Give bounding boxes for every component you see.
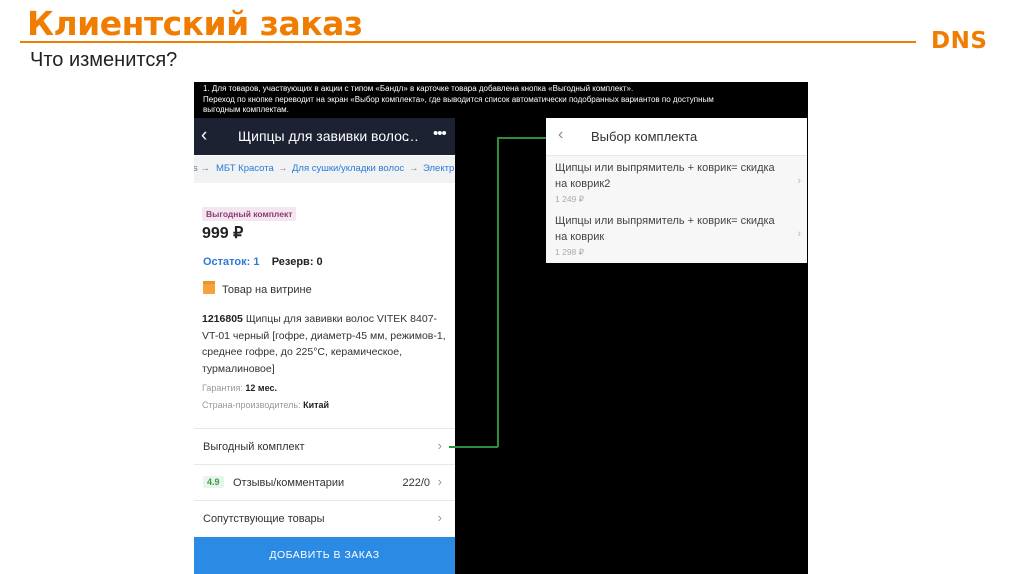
- country-label: Страна-производитель:: [202, 400, 301, 410]
- chevron-right-icon: ›: [437, 438, 442, 453]
- bundle-price: 1 249 ₽: [555, 194, 585, 204]
- warranty: Гарантия: 12 мес.: [202, 383, 277, 393]
- connector-line: [497, 137, 499, 447]
- breadcrumb-item[interactable]: Для сушки/укладки волос: [292, 163, 404, 174]
- chevron-right-icon: ›: [437, 474, 442, 489]
- note-line: 1. Для товаров, участвующих в акции с ти…: [203, 84, 634, 93]
- stock-info: Остаток: 1 Резерв: 0: [203, 256, 323, 268]
- breadcrumb-arrow: →: [409, 163, 419, 174]
- reserve-label: Резерв: 0: [271, 256, 323, 268]
- product-header-title: Щипцы для завивки волос: [238, 128, 409, 144]
- product-price: 999 ₽: [202, 225, 244, 242]
- reviews-row-label: Отзывы/комментарии: [233, 477, 345, 489]
- product-screen: ‹ Щипцы для завивки волос … ••• s → МБТ …: [194, 118, 455, 574]
- product-header: ‹ Щипцы для завивки волос … •••: [194, 118, 455, 155]
- bundle-header-title: Выбор комплекта: [591, 129, 698, 144]
- add-to-order-button[interactable]: ДОБАВИТЬ В ЗАКАЗ: [194, 537, 455, 574]
- bundle-screen: ‹ Выбор комплекта Щипцы или выпрямитель …: [546, 118, 807, 263]
- related-row[interactable]: Сопутствующие товары ›: [194, 500, 455, 537]
- breadcrumb: s → МБТ Красота → Для сушки/укладки воло…: [194, 156, 455, 183]
- warranty-value: 12 мес.: [245, 383, 277, 393]
- connector-line: [449, 446, 498, 448]
- feature-note: 1. Для товаров, участвующих в акции с ти…: [203, 84, 803, 116]
- country-value: Китай: [303, 400, 330, 410]
- list-item[interactable]: Щипцы или выпрямитель + коврик= скидка н…: [555, 161, 801, 205]
- bundle-row[interactable]: Выгодный комплект ›: [194, 428, 455, 465]
- chevron-right-icon: ›: [797, 175, 801, 187]
- connector-line: [497, 137, 549, 139]
- storefront-icon: [203, 281, 215, 294]
- showcase-label: Товар на витрине: [222, 284, 312, 296]
- chevron-right-icon: ›: [437, 510, 442, 525]
- title-underline: [20, 41, 916, 43]
- more-dots-icon[interactable]: •••: [433, 125, 447, 142]
- bundle-name: Щипцы или выпрямитель + коврик= скидка н…: [555, 215, 775, 243]
- chevron-right-icon: ›: [797, 228, 801, 240]
- breadcrumb-item[interactable]: МБТ Красота: [216, 163, 274, 174]
- note-line: Переход по кнопке переводит на экран «Вы…: [203, 94, 714, 104]
- product-code: 1216805: [202, 313, 243, 325]
- bundle-row-label: Выгодный комплект: [203, 441, 305, 453]
- product-description: 1216805 Щипцы для завивки волос VITEK 84…: [202, 311, 448, 377]
- stock-label[interactable]: Остаток: 1: [203, 256, 259, 268]
- slide-subtitle: Что изменится?: [30, 49, 178, 71]
- slide-title: Клиентский заказ: [27, 4, 363, 43]
- bundle-header: ‹ Выбор комплекта: [546, 118, 807, 156]
- country: Страна-производитель: Китай: [202, 400, 329, 410]
- bundle-badge: Выгодный комплект: [202, 207, 297, 221]
- warranty-label: Гарантия:: [202, 383, 243, 393]
- ellipsis: …: [405, 128, 419, 144]
- note-line: выгодным комплектам.: [203, 105, 289, 114]
- breadcrumb-item[interactable]: Электр: [423, 163, 454, 174]
- related-row-label: Сопутствующие товары: [203, 513, 325, 525]
- reviews-count: 222/0: [402, 477, 430, 489]
- bundle-name: Щипцы или выпрямитель + коврик= скидка н…: [555, 162, 775, 190]
- back-icon[interactable]: ‹: [201, 125, 207, 147]
- breadcrumb-arrow: →: [278, 163, 288, 174]
- breadcrumb-arrow: s →: [194, 163, 210, 174]
- back-icon[interactable]: ‹: [558, 126, 563, 144]
- rating-badge: 4.9: [203, 476, 224, 488]
- dns-logo: DNS: [931, 28, 988, 54]
- list-item[interactable]: Щипцы или выпрямитель + коврик= скидка н…: [555, 214, 801, 258]
- bundle-list: Щипцы или выпрямитель + коврик= скидка н…: [546, 156, 807, 263]
- bundle-price: 1 298 ₽: [555, 247, 585, 257]
- reviews-row[interactable]: 4.9 Отзывы/комментарии 222/0 ›: [194, 464, 455, 501]
